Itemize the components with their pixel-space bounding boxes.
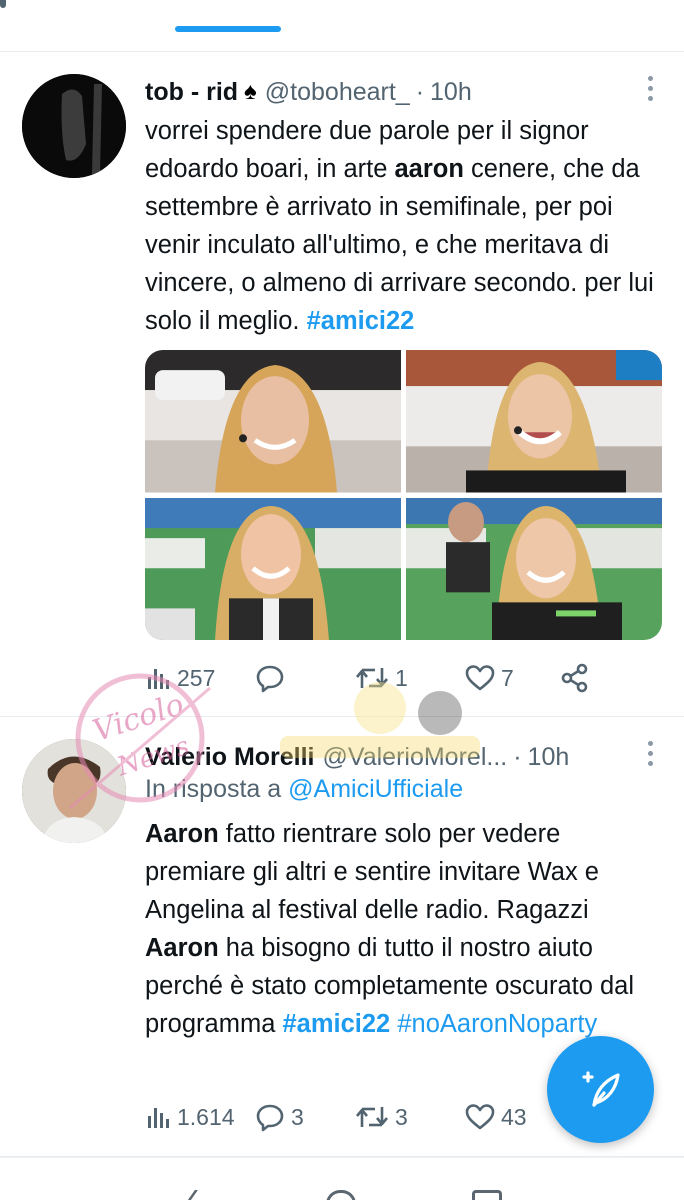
like-count: 43 bbox=[501, 1103, 527, 1130]
photo[interactable] bbox=[406, 497, 662, 640]
like-button[interactable]: 43 bbox=[465, 1103, 560, 1131]
views-icon bbox=[148, 1108, 169, 1128]
media-grid[interactable] bbox=[145, 350, 662, 640]
share-button[interactable] bbox=[560, 663, 600, 693]
tweet-text: vorrei spendere due parole per il signor… bbox=[145, 117, 654, 335]
tweet-actions: 257 1 7 bbox=[145, 658, 625, 698]
reply-target-link[interactable]: @AmiciUfficiale bbox=[288, 775, 463, 803]
active-tab-indicator bbox=[175, 26, 281, 32]
retweet-icon bbox=[356, 668, 388, 688]
retweet-button[interactable]: 1 bbox=[355, 664, 465, 692]
separator-dot: · bbox=[513, 742, 522, 771]
timestamp[interactable]: 10h bbox=[430, 78, 472, 107]
spade-emoji: ♠ bbox=[244, 78, 257, 105]
hashtag-link[interactable]: #amici22 bbox=[282, 1010, 390, 1038]
views-button[interactable]: 1.614 bbox=[145, 1104, 255, 1131]
heart-icon bbox=[465, 1104, 495, 1130]
bottom-navigation bbox=[0, 1157, 684, 1200]
retweet-count: 1 bbox=[395, 664, 408, 691]
views-count: 1.614 bbox=[177, 1103, 235, 1130]
retweet-button[interactable]: 3 bbox=[355, 1103, 465, 1131]
tweet-header: Valerio Morelli @ValerioMorel... · 10h bbox=[145, 737, 664, 777]
photo[interactable] bbox=[406, 350, 662, 493]
mention-bold: aaron bbox=[394, 155, 464, 183]
retweet-count: 3 bbox=[395, 1103, 408, 1130]
back-nav-icon[interactable] bbox=[185, 1190, 211, 1200]
like-count: 7 bbox=[501, 664, 514, 691]
views-button[interactable]: 257 bbox=[145, 665, 255, 692]
hashtag-link[interactable]: #noAaronNoparty bbox=[397, 1010, 597, 1038]
reply-icon bbox=[256, 1104, 284, 1132]
views-icon bbox=[148, 669, 169, 689]
heart-icon bbox=[465, 665, 495, 691]
avatar[interactable] bbox=[22, 739, 126, 843]
compose-tweet-icon bbox=[581, 1070, 620, 1107]
more-icon[interactable] bbox=[646, 741, 654, 769]
reply-icon bbox=[256, 665, 284, 693]
reply-context: In risposta a @AmiciUfficiale bbox=[145, 775, 464, 803]
compose-tweet-button[interactable] bbox=[547, 1036, 654, 1143]
top-tab-bar bbox=[0, 0, 684, 52]
like-button[interactable]: 7 bbox=[465, 664, 560, 692]
views-count: 257 bbox=[177, 664, 216, 691]
user-handle[interactable]: @ValerioMorel... bbox=[323, 743, 508, 772]
display-name[interactable]: tob - rid bbox=[145, 78, 238, 107]
hashtag-link[interactable]: #amici22 bbox=[307, 307, 415, 335]
retweet-icon bbox=[356, 1107, 388, 1127]
share-icon bbox=[561, 663, 588, 693]
more-icon[interactable] bbox=[646, 76, 654, 104]
reply-button[interactable]: 3 bbox=[255, 1102, 355, 1132]
timestamp[interactable]: 10h bbox=[528, 743, 570, 772]
home-nav-icon[interactable] bbox=[326, 1190, 356, 1200]
separator-dot: · bbox=[415, 77, 425, 106]
display-name[interactable]: Valerio Morelli bbox=[145, 743, 315, 772]
reply-count: 3 bbox=[291, 1103, 304, 1130]
tweet-text: Aaron fatto rientrare solo per vedere pr… bbox=[145, 820, 635, 1038]
photo[interactable] bbox=[145, 497, 401, 640]
tab-fragment bbox=[0, 0, 6, 8]
tweet-header: tob - rid ♠ @toboheart_ · 10h bbox=[145, 72, 664, 112]
tweet[interactable]: tob - rid ♠ @toboheart_ · 10h vorrei spe… bbox=[0, 52, 684, 717]
user-handle[interactable]: @toboheart_ bbox=[265, 78, 410, 107]
recent-apps-icon[interactable] bbox=[472, 1190, 502, 1200]
avatar[interactable] bbox=[22, 74, 126, 178]
photo[interactable] bbox=[145, 350, 401, 493]
reply-button[interactable] bbox=[255, 663, 355, 693]
